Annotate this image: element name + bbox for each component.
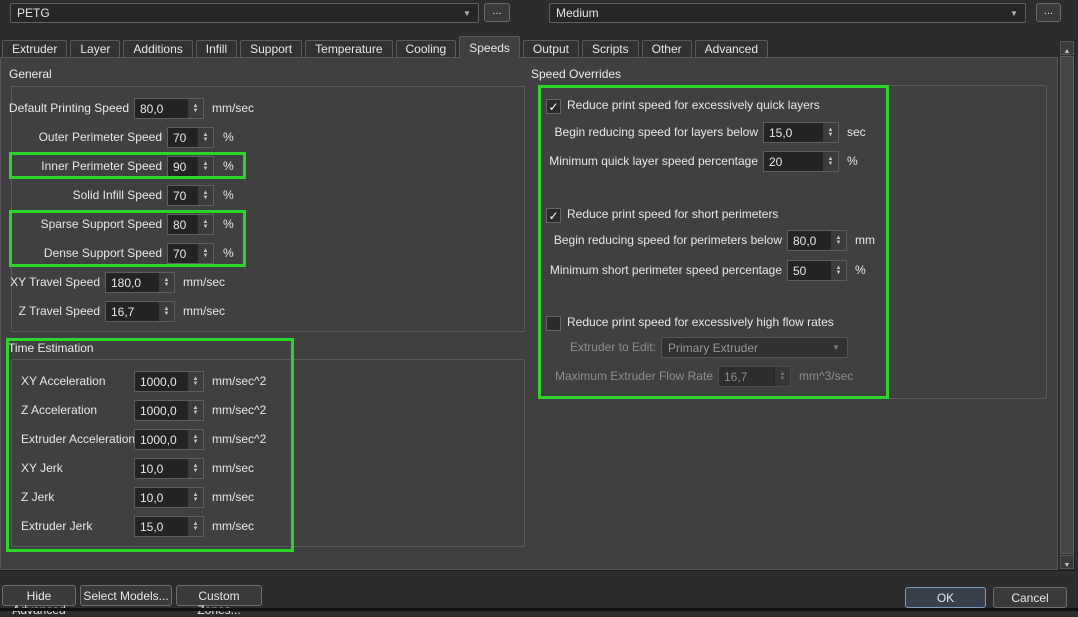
z-jerk-input[interactable]: 10,0 ▲▼ [134,487,204,508]
caret-down-icon: ▼ [456,9,478,18]
spin-down-icon: ▼ [836,271,842,276]
spinner-buttons[interactable]: ▲▼ [187,401,203,420]
hide-advanced-button[interactable]: Hide Advanced [2,585,76,606]
form-row: XY Jerk 10,0 ▲▼ mm/sec [1,458,1057,479]
ok-button[interactable]: OK [905,587,986,608]
spin-down-icon: ▼ [193,498,199,503]
layers-below-input[interactable]: 15,0 ▲▼ [763,122,839,143]
z-acceleration-input[interactable]: 1000,0 ▲▼ [134,400,204,421]
settings-tab-bar: Extruder Layer Additions Infill Support … [2,40,768,57]
vertical-scrollbar[interactable]: ▲ ▼ [1059,40,1075,570]
general-section-title: General [9,67,52,81]
spinner-buttons[interactable]: ▲▼ [822,123,838,142]
form-row: Begin reducing speed for layers below 15… [1,122,1057,143]
tab-layer[interactable]: Layer [70,40,120,57]
tab-support[interactable]: Support [240,40,302,57]
extruder-acceleration-input[interactable]: 1000,0 ▲▼ [134,429,204,450]
xy-jerk-input[interactable]: 10,0 ▲▼ [134,458,204,479]
spinner-buttons[interactable]: ▲▼ [197,186,213,205]
solid-infill-speed-input[interactable]: 70 ▲▼ [167,185,214,206]
form-row: Reduce print speed for excessively high … [1,314,1057,335]
form-row: ✓ Reduce print speed for short perimeter… [1,206,1057,227]
spin-down-icon: ▼ [164,283,170,288]
spin-down-icon: ▼ [828,162,834,167]
scroll-down-button[interactable]: ▼ [1060,555,1074,569]
spin-down-icon: ▼ [836,241,842,246]
scrollbar-thumb[interactable] [1060,56,1074,554]
form-row: Extruder Jerk 15,0 ▲▼ mm/sec [1,516,1057,537]
process-profile-dropdown[interactable]: PETG ▼ [10,3,479,23]
quality-profile-dropdown[interactable]: Medium ▼ [549,3,1026,23]
process-profile-value: PETG [11,6,456,20]
spinner-buttons[interactable]: ▲▼ [187,488,203,507]
tab-extruder[interactable]: Extruder [2,40,67,57]
form-row: Extruder Acceleration 1000,0 ▲▼ mm/sec^2 [1,429,1057,450]
checkmark-icon: ✓ [548,209,558,223]
spin-down-icon: ▼ [828,133,834,138]
scroll-down-icon: ▼ [1064,562,1071,569]
form-row: ✓ Reduce print speed for excessively qui… [1,97,1057,118]
spin-down-icon: ▼ [780,377,786,382]
tab-other[interactable]: Other [642,40,692,57]
form-row: Begin reducing speed for perimeters belo… [1,230,1057,251]
select-models-button[interactable]: Select Models... [80,585,172,606]
form-row: Maximum Extruder Flow Rate 16,7 ▲▼ mm^3/… [1,366,1057,387]
quality-profile-value: Medium [550,6,1003,20]
short-perimeters-checkbox[interactable]: ✓ [546,208,561,223]
form-row: Minimum quick layer speed percentage 20 … [1,151,1057,172]
spin-down-icon: ▼ [203,196,209,201]
form-row: Solid Infill Speed 70 ▲▼ % [1,185,1057,206]
spinner-buttons[interactable]: ▲▼ [830,261,846,280]
tab-temperature[interactable]: Temperature [305,40,392,57]
short-perimeter-percentage-input[interactable]: 50 ▲▼ [787,260,847,281]
spin-down-icon: ▼ [193,469,199,474]
tab-scripts[interactable]: Scripts [582,40,639,57]
tab-advanced[interactable]: Advanced [695,40,768,57]
form-row: Minimum short perimeter speed percentage… [1,260,1057,281]
max-extruder-flow-rate-input: 16,7 ▲▼ [718,366,791,387]
process-profile-more-button[interactable]: ... [484,3,510,22]
tab-speeds[interactable]: Speeds [459,36,520,58]
perimeters-below-input[interactable]: 80,0 ▲▼ [787,230,847,251]
scroll-up-icon: ▲ [1064,48,1071,55]
form-row: Extruder to Edit: Primary Extruder ▼ [1,337,1057,358]
spinner-buttons[interactable]: ▲▼ [822,152,838,171]
high-flow-checkbox[interactable] [546,316,561,331]
spin-down-icon: ▼ [193,411,199,416]
form-row: Z Jerk 10,0 ▲▼ mm/sec [1,487,1057,508]
scroll-up-button[interactable]: ▲ [1060,41,1074,55]
dialog-footer: Hide Advanced Select Models... Custom Zo… [0,570,1078,611]
quality-profile-more-button[interactable]: ... [1036,3,1061,22]
spinner-buttons[interactable]: ▲▼ [187,430,203,449]
spinner-buttons[interactable]: ▲▼ [187,459,203,478]
spinner-buttons: ▲▼ [774,367,790,386]
form-row: Z Acceleration 1000,0 ▲▼ mm/sec^2 [1,400,1057,421]
extruder-jerk-input[interactable]: 15,0 ▲▼ [134,516,204,537]
spinner-buttons[interactable]: ▲▼ [830,231,846,250]
quick-layer-percentage-input[interactable]: 20 ▲▼ [763,151,839,172]
cancel-button[interactable]: Cancel [993,587,1067,608]
custom-zones-button[interactable]: Custom Zones... [176,585,262,606]
speeds-tab-pane: General Default Printing Speed 80,0 ▲▼ m… [0,57,1058,570]
tab-cooling[interactable]: Cooling [396,40,457,57]
spin-down-icon: ▼ [193,527,199,532]
caret-down-icon: ▼ [825,343,847,352]
tab-output[interactable]: Output [523,40,579,57]
process-settings-window: { "header": { "profile_left": "PETG", "p… [0,0,1078,611]
quick-layers-checkbox[interactable]: ✓ [546,99,561,114]
caret-down-icon: ▼ [1003,9,1025,18]
extruder-to-edit-dropdown: Primary Extruder ▼ [661,337,848,358]
spin-down-icon: ▼ [203,254,209,259]
spinner-buttons[interactable]: ▲▼ [187,517,203,536]
spin-down-icon: ▼ [193,440,199,445]
checkmark-icon: ✓ [548,100,558,114]
speed-overrides-section-title: Speed Overrides [531,67,621,81]
tab-additions[interactable]: Additions [123,40,192,57]
tab-infill[interactable]: Infill [196,40,237,57]
